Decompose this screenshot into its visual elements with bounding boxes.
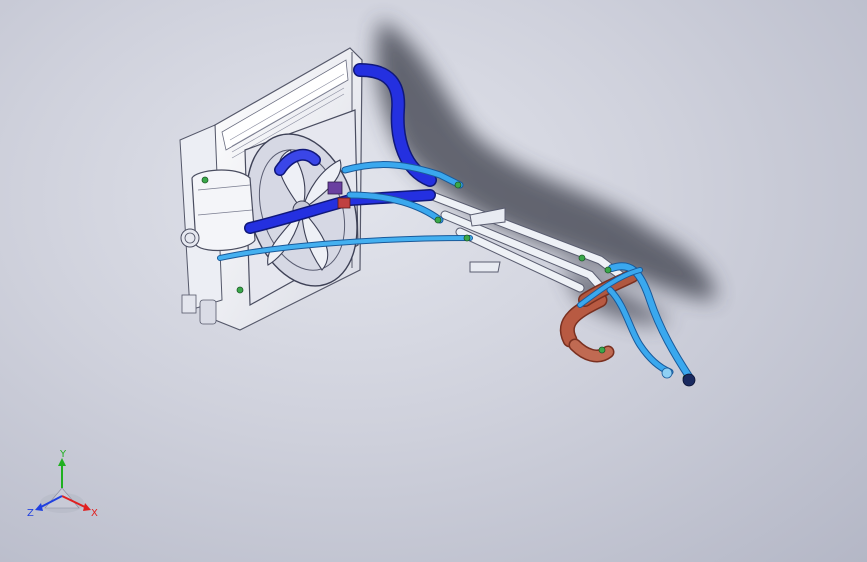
cooling-assembly-model[interactable] bbox=[0, 0, 867, 562]
view-orientation-triad[interactable]: Y X Z bbox=[25, 448, 105, 523]
x-axis-label: X bbox=[91, 508, 98, 519]
x-axis-arrowhead bbox=[83, 503, 91, 511]
3d-viewport[interactable]: Y X Z bbox=[0, 0, 867, 562]
y-axis-label: Y bbox=[59, 449, 67, 460]
z-axis-label: Z bbox=[27, 508, 34, 519]
